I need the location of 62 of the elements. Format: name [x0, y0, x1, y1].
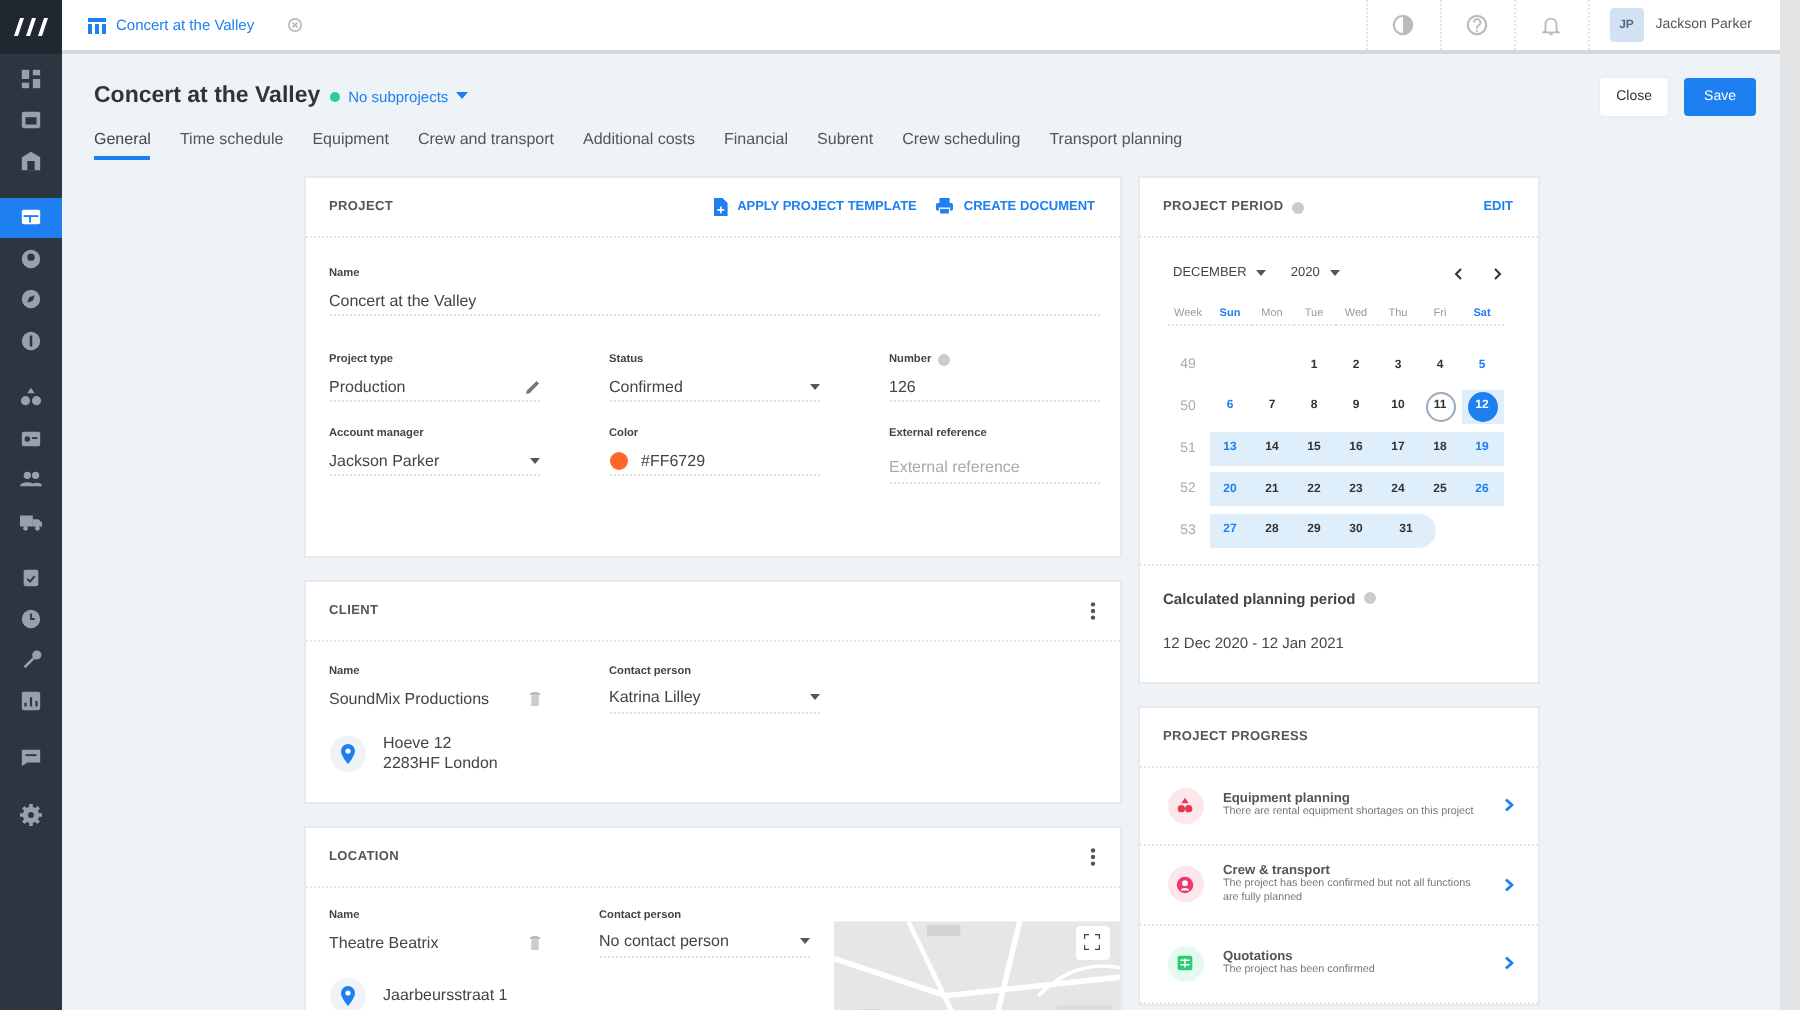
clock-icon [20, 607, 42, 630]
chevron-right-icon[interactable] [1493, 267, 1501, 279]
people-icon [20, 468, 42, 491]
compass-icon [20, 288, 42, 311]
caret-icon [809, 694, 819, 700]
text-field[interactable]: Concert at the Valley [329, 286, 1099, 316]
color-field[interactable]: #FF6729 [609, 446, 819, 476]
caret-icon [799, 938, 809, 944]
info-icon [1363, 592, 1376, 605]
address-line: Hoeve 12 [383, 733, 454, 753]
info-icon [937, 354, 950, 366]
caret-icon [529, 457, 539, 463]
tab[interactable]: Transport planning [1049, 130, 1183, 160]
table-icon [88, 17, 106, 33]
tab[interactable]: Equipment [312, 130, 389, 160]
address-line: 2283HF London [383, 753, 498, 773]
logo-icon[interactable] [9, 18, 53, 36]
caret-icon [456, 92, 469, 100]
building-icon [20, 149, 42, 172]
dropdown-field[interactable]: No contact person [599, 927, 809, 957]
tab[interactable]: Crew scheduling [902, 130, 1021, 160]
caret-icon [1329, 270, 1340, 276]
page-title: Concert at the Valley [94, 84, 321, 108]
more-icon[interactable] [1089, 847, 1095, 865]
chevron-right-icon [1503, 877, 1513, 892]
map-pin-icon [329, 735, 365, 771]
text-field[interactable]: SoundMix Productions [329, 683, 539, 713]
tab[interactable]: Additional costs [582, 130, 696, 160]
dropdown-field[interactable]: Jackson Parker [329, 446, 539, 476]
tab[interactable]: Subrent [817, 130, 874, 160]
address-line: Jaarbeursstraat 1 [383, 985, 508, 1005]
info-icon [1291, 201, 1304, 213]
chevron-right-icon [1503, 798, 1513, 813]
text-field[interactable]: Production [329, 372, 539, 402]
tab[interactable]: Crew and transport [417, 130, 554, 160]
chevron-right-icon [1503, 956, 1513, 971]
dropdown-field[interactable]: Confirmed [609, 372, 819, 402]
printer-icon [936, 198, 954, 216]
id-card-icon [20, 427, 42, 450]
tab[interactable]: Time schedule [179, 130, 284, 160]
tab[interactable]: Financial [724, 130, 789, 160]
text-field[interactable]: 126 [889, 372, 1099, 402]
caret-icon [809, 383, 819, 389]
clipboard-icon [20, 566, 42, 589]
dropdown-field[interactable]: Katrina Lilley [609, 683, 819, 713]
pencil-icon[interactable] [525, 379, 539, 393]
chart-icon [20, 689, 42, 712]
color-swatch[interactable] [609, 451, 627, 469]
table-icon [20, 206, 42, 229]
chat-icon [20, 746, 42, 769]
grid-icon [20, 67, 42, 90]
status-dot [330, 91, 341, 101]
text-field[interactable]: Theatre Beatrix [329, 927, 539, 957]
shapes-icon [20, 386, 42, 409]
chevron-left-icon[interactable] [1453, 267, 1461, 279]
more-icon[interactable] [1089, 601, 1095, 619]
sidebar-item[interactable] [0, 197, 62, 238]
tab[interactable]: General [94, 130, 151, 160]
fullscreen-icon [1084, 934, 1100, 950]
caret-icon [1256, 270, 1267, 276]
document-icon [713, 197, 728, 217]
settings-icon [20, 803, 42, 826]
